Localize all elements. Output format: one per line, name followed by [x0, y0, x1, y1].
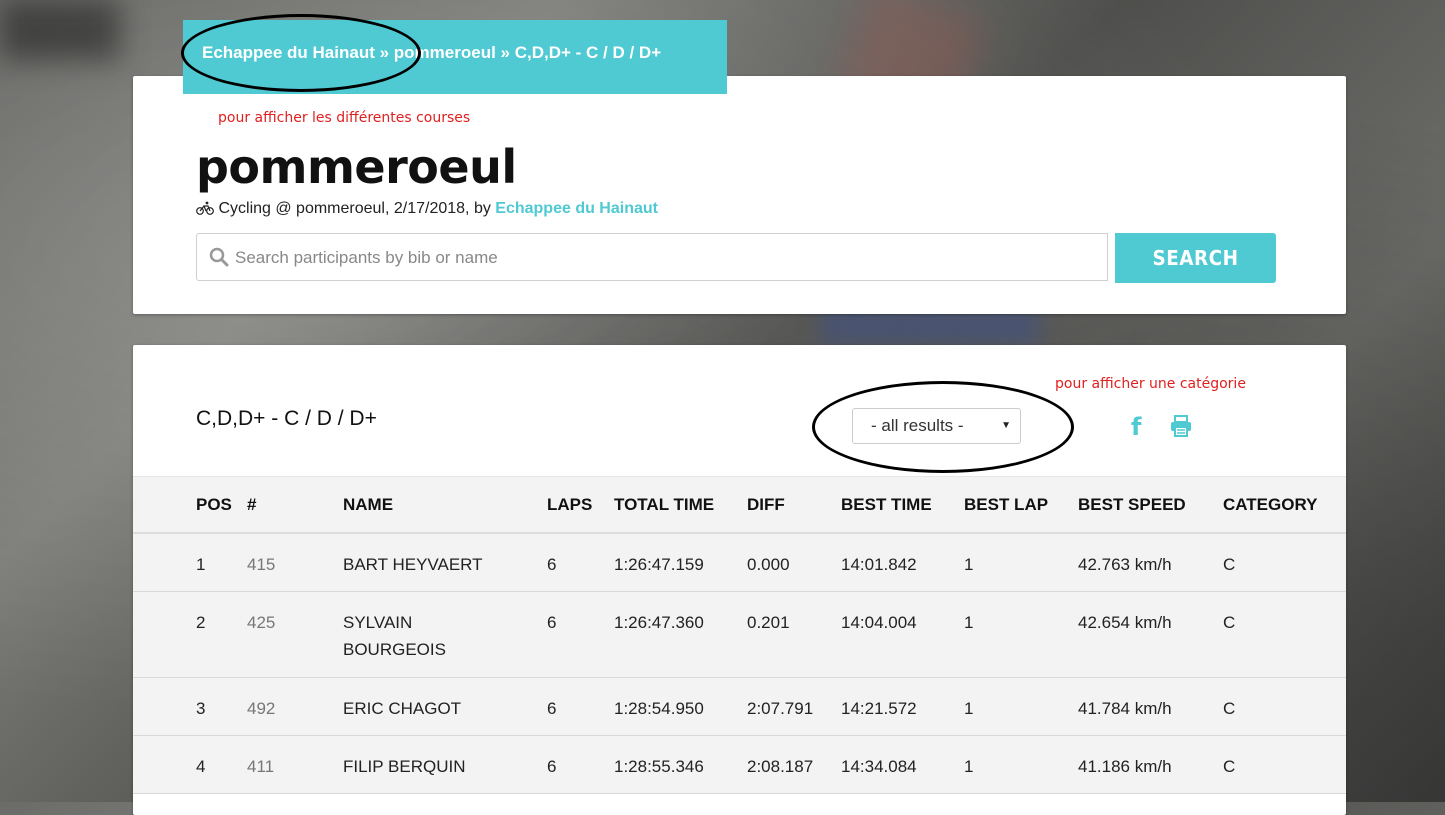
column-header-total-time[interactable]: TOTAL TIME	[614, 495, 714, 515]
breadcrumb-race: C,D,D+ - C / D / D+	[514, 43, 662, 62]
cell-name[interactable]: SYLVAIN BOURGEOIS	[343, 609, 493, 663]
search-button[interactable]: SEARCH	[1115, 233, 1276, 283]
breadcrumb-separator: »	[495, 43, 515, 62]
breadcrumb-separator: »	[374, 43, 394, 62]
cell-total-time: 1:28:55.346	[614, 757, 704, 776]
table-row[interactable]: 2 425 SYLVAIN BOURGEOIS 6 1:26:47.360 0.…	[133, 592, 1346, 678]
cell-name[interactable]: BART HEYVAERT	[343, 551, 493, 578]
cell-diff: 2:08.187	[747, 757, 814, 776]
cell-category: C	[1223, 613, 1236, 632]
cell-best-lap: 1	[964, 555, 974, 574]
facebook-icon[interactable]: f	[1131, 413, 1141, 441]
cell-category: C	[1223, 555, 1236, 574]
search-field[interactable]	[196, 233, 1108, 282]
print-icon[interactable]	[1170, 415, 1192, 442]
table-header: POS # NAME LAPS TOTAL TIME DIFF BEST TIM…	[133, 476, 1346, 534]
breadcrumb: Echappee du Hainaut » pommeroeul » C,D,D…	[183, 20, 727, 94]
column-header-best-speed[interactable]: BEST SPEED	[1078, 495, 1186, 515]
cell-pos: 3	[196, 699, 206, 718]
cell-bib: 492	[247, 699, 276, 718]
cell-category: C	[1223, 699, 1236, 718]
cell-total-time: 1:26:47.360	[614, 613, 704, 632]
cell-best-time: 14:34.084	[841, 757, 917, 776]
search-input[interactable]	[233, 234, 1097, 282]
breadcrumb-event-link[interactable]: pommeroeul	[394, 43, 496, 62]
cell-best-lap: 1	[964, 757, 974, 776]
column-header-bib[interactable]: #	[247, 495, 256, 515]
cell-best-time: 14:04.004	[841, 613, 917, 632]
cell-pos: 4	[196, 757, 206, 776]
cell-best-speed: 41.186 km/h	[1078, 757, 1172, 776]
cell-bib: 425	[247, 613, 276, 632]
background-blur	[0, 0, 120, 60]
cell-best-lap: 1	[964, 699, 974, 718]
cell-laps: 6	[547, 757, 557, 776]
cell-name[interactable]: FILIP BERQUIN	[343, 753, 493, 780]
cell-total-time: 1:26:47.159	[614, 555, 704, 574]
cell-best-lap: 1	[964, 613, 974, 632]
cell-laps: 6	[547, 613, 557, 632]
column-header-diff[interactable]: DIFF	[747, 495, 785, 515]
cell-best-time: 14:01.842	[841, 555, 917, 574]
cell-best-speed: 41.784 km/h	[1078, 699, 1172, 718]
cell-pos: 1	[196, 555, 206, 574]
cell-bib: 411	[247, 757, 275, 776]
chevron-down-icon: ▼	[1001, 420, 1011, 431]
cell-laps: 6	[547, 699, 557, 718]
results-card: C,D,D+ - C / D / D+ - all results - ▼ f …	[133, 345, 1346, 815]
search-icon	[209, 247, 229, 272]
cell-diff: 0.000	[747, 555, 790, 574]
event-meta-text: Cycling @ pommeroeul, 2/17/2018, by	[218, 200, 496, 217]
cell-name[interactable]: ERIC CHAGOT	[343, 695, 493, 722]
category-select-value: - all results -	[871, 416, 964, 435]
event-meta: Cycling @ pommeroeul, 2/17/2018, by Echa…	[196, 200, 658, 220]
cell-best-speed: 42.654 km/h	[1078, 613, 1172, 632]
cell-best-time: 14:21.572	[841, 699, 917, 718]
cell-category: C	[1223, 757, 1236, 776]
column-header-best-time[interactable]: BEST TIME	[841, 495, 932, 515]
table-row[interactable]: 1 415 BART HEYVAERT 6 1:26:47.159 0.000 …	[133, 534, 1346, 592]
column-header-pos[interactable]: POS	[196, 495, 232, 515]
table-row[interactable]: 3 492 ERIC CHAGOT 6 1:28:54.950 2:07.791…	[133, 678, 1346, 736]
table-row[interactable]: 4 411 FILIP BERQUIN 6 1:28:55.346 2:08.1…	[133, 736, 1346, 794]
cell-diff: 2:07.791	[747, 699, 814, 718]
breadcrumb-organizer-link[interactable]: Echappee du Hainaut	[202, 43, 375, 62]
cell-pos: 2	[196, 613, 206, 632]
cyclist-icon	[196, 201, 214, 220]
column-header-category[interactable]: CATEGORY	[1223, 495, 1317, 515]
cell-total-time: 1:28:54.950	[614, 699, 704, 718]
cell-diff: 0.201	[747, 613, 790, 632]
column-header-best-lap[interactable]: BEST LAP	[964, 495, 1048, 515]
cell-best-speed: 42.763 km/h	[1078, 555, 1172, 574]
category-select[interactable]: - all results - ▼	[852, 408, 1021, 444]
annotation-courses: pour afficher les différentes courses	[218, 110, 471, 126]
cell-bib: 415	[247, 555, 276, 574]
annotation-category: pour afficher une catégorie	[1055, 376, 1246, 392]
column-header-name[interactable]: NAME	[343, 495, 393, 515]
page-title: pommeroeul	[196, 140, 517, 194]
race-title: C,D,D+ - C / D / D+	[196, 407, 377, 430]
column-header-laps[interactable]: LAPS	[547, 495, 592, 515]
organizer-link[interactable]: Echappee du Hainaut	[495, 200, 658, 217]
cell-laps: 6	[547, 555, 557, 574]
